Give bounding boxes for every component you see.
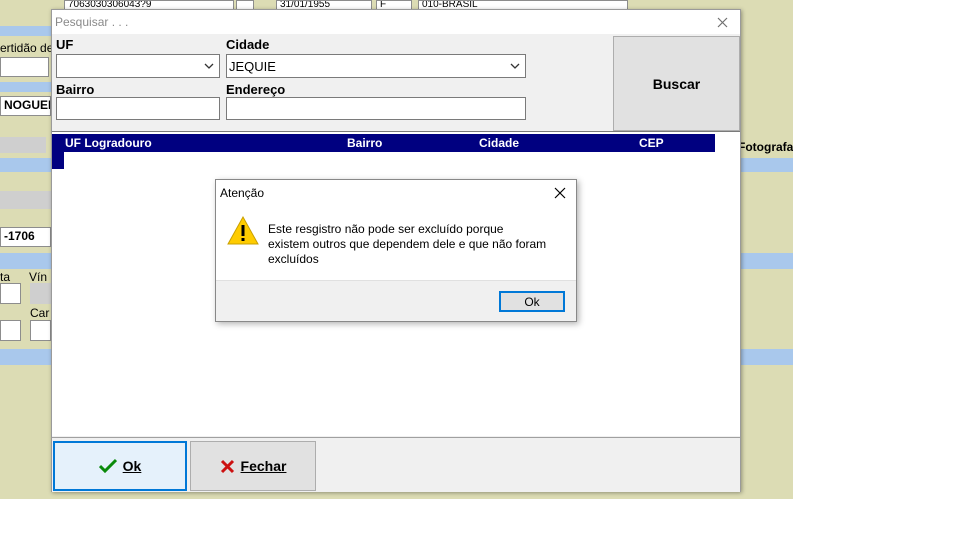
bg-band [0,349,51,365]
grid-column-cep[interactable]: CEP [639,136,664,150]
chevron-down-icon [510,63,520,69]
uf-select[interactable] [56,54,220,78]
close-icon[interactable] [550,184,570,202]
bg-field-name[interactable]: NOGUEI [0,96,51,116]
grid-column-uf-logradouro[interactable]: UF Logradouro [65,136,152,150]
fechar-button[interactable]: Fechar [190,441,316,491]
bg-label-fotografa: Fotografa [738,140,793,154]
bg-field-ta[interactable] [0,283,21,304]
bg-band [740,158,793,172]
bairro-input[interactable] [56,97,220,120]
warning-icon [227,216,259,245]
checkmark-icon [98,458,117,474]
message-ok-button[interactable]: Ok [499,291,565,312]
grid-header: UF Logradouro Bairro Cidade CEP [52,134,715,152]
bg-header-cell [0,137,46,153]
message-box-footer: Ok [216,280,576,321]
bg-label-certidao: ertidão de [0,41,54,55]
bg-band [0,253,51,269]
buscar-button-label: Buscar [652,75,701,92]
message-line: existem outros que dependem dele e que n… [268,237,547,251]
bg-band [740,253,793,269]
row-indicator [52,152,64,169]
bg-band [0,82,51,92]
fechar-button-label: Fechar [240,458,287,474]
bairro-label: Bairro [56,82,95,97]
message-box-text: Este resgistro não pode ser excluído por… [268,222,568,267]
endereco-input[interactable] [226,97,526,120]
attention-message-box: Atenção Este resgistro não pode ser excl… [215,179,577,322]
bg-band [740,349,793,365]
message-box-title: Atenção [220,186,265,200]
message-line: excluídos [268,252,319,266]
bg-field-car1[interactable] [0,320,21,341]
bg-field-vin[interactable] [30,283,51,304]
cidade-select[interactable]: JEQUIE [226,54,526,78]
bg-band [0,26,51,36]
screen: 7063030306043?9 31/01/1955 F 010-BRASIL … [0,0,960,540]
close-x-icon [220,459,234,473]
message-line: Este resgistro não pode ser excluído por… [268,222,504,236]
search-dialog-titlebar: Pesquisar . . . [52,10,740,34]
ok-button[interactable]: Ok [53,441,187,491]
message-ok-button-label: Ok [524,294,540,309]
bg-field-certidao[interactable] [0,57,49,77]
ok-button-label: Ok [122,458,142,474]
uf-label: UF [56,37,74,52]
bg-label-vin: Vín [29,270,48,284]
bg-band [0,158,51,172]
chevron-down-icon [204,63,214,69]
bg-label-ta: ta [0,270,11,284]
bg-field-gray [0,191,51,209]
grid-column-cidade[interactable]: Cidade [479,136,519,150]
close-icon[interactable] [708,12,736,32]
grid-column-bairro[interactable]: Bairro [347,136,382,150]
search-dialog-title: Pesquisar . . . [55,15,129,29]
endereco-label: Endereço [226,82,286,97]
buscar-button[interactable]: Buscar [613,36,740,131]
cidade-select-value: JEQUIE [229,59,276,74]
bg-label-car: Car [30,306,50,320]
bg-field-car2[interactable] [30,320,51,341]
bg-field-cep[interactable]: -1706 [0,227,51,247]
cidade-label: Cidade [226,37,270,52]
dialog-button-bar: Ok Fechar [52,437,740,492]
